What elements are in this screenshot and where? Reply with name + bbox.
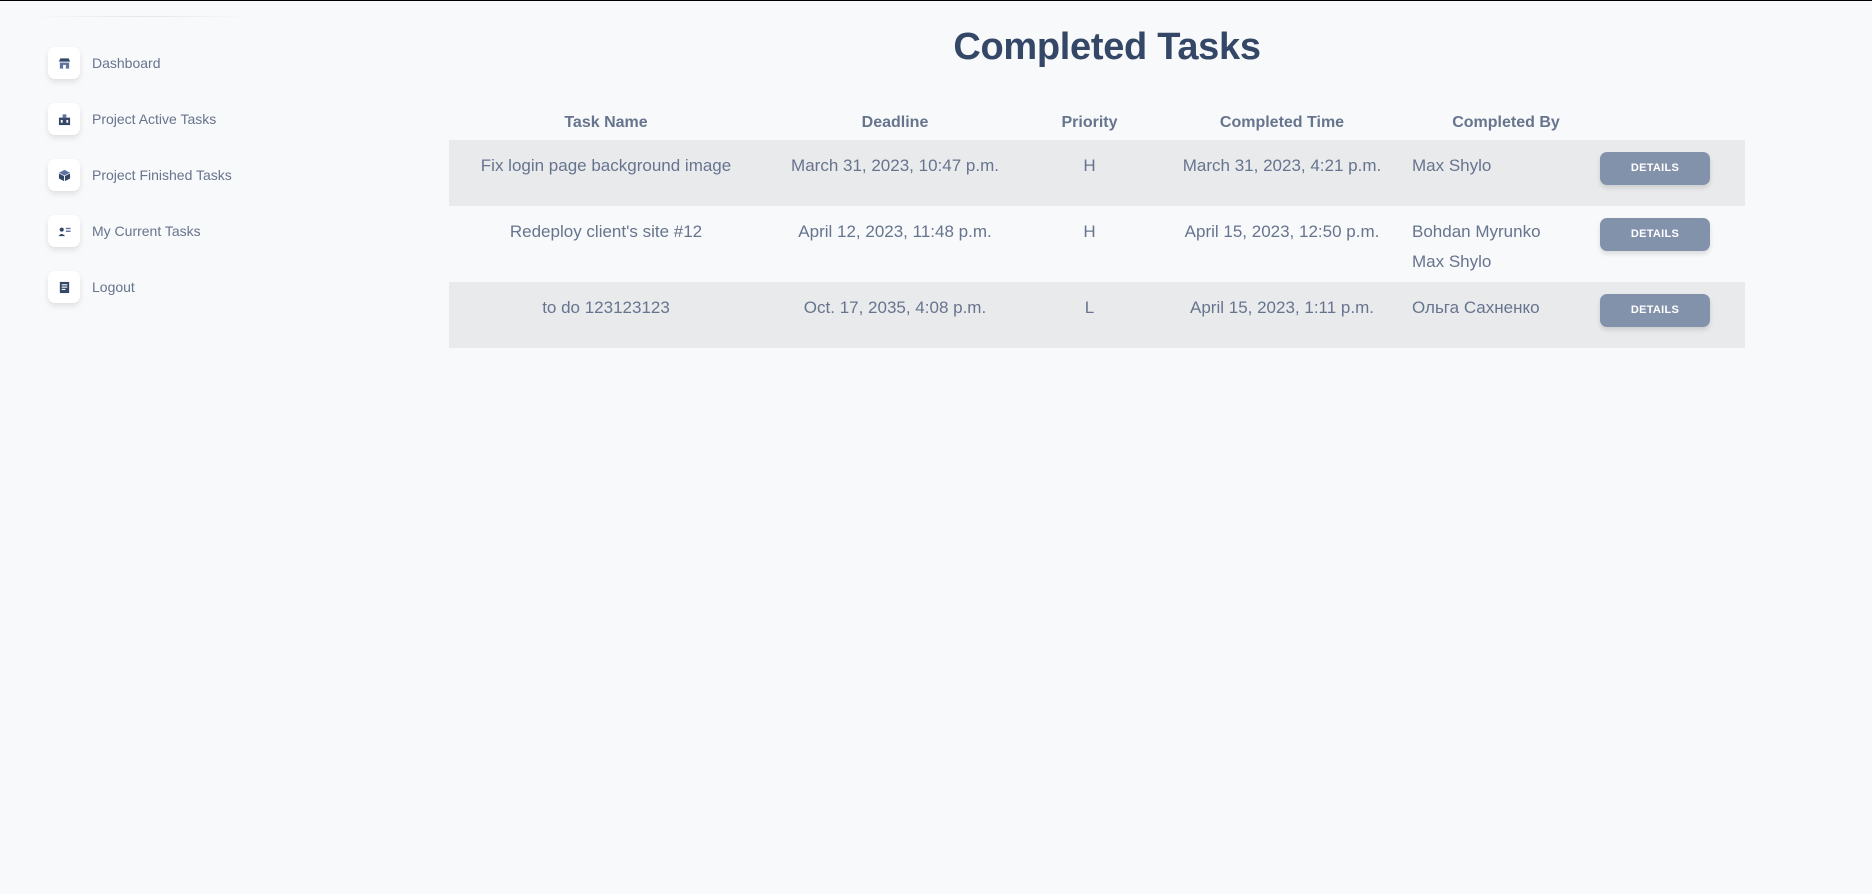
- priority-cell: L: [1027, 282, 1152, 348]
- action-cell: DETAILS: [1600, 206, 1745, 282]
- table-header-row: Task Name Deadline Priority Completed Ti…: [449, 105, 1745, 140]
- completed-time-cell: April 15, 2023, 12:50 p.m.: [1184, 222, 1380, 241]
- task-name-cell: Redeploy client's site #12: [509, 222, 703, 241]
- sidebar-item-my-current-tasks[interactable]: My Current Tasks: [48, 215, 232, 247]
- task-name-cell: Fix login page background image: [449, 140, 763, 206]
- completed-by-name: Max Shylo: [1412, 252, 1492, 271]
- completed-by-cell: Max Shylo: [1412, 140, 1600, 206]
- completed-by-cell: Bohdan Myrunko Max Shylo: [1412, 206, 1600, 282]
- box-icon: [48, 159, 80, 191]
- deadline-cell: April 12, 2023, 11:48 p.m.: [798, 222, 992, 241]
- main-content: Completed Tasks Task Name Deadline Prior…: [449, 0, 1745, 348]
- column-header-completed-time: Completed Time: [1219, 113, 1345, 131]
- column-header-deadline: Deadline: [861, 113, 929, 131]
- completed-by-name: Bohdan Myrunko: [1412, 222, 1541, 241]
- deadline-cell: March 31, 2023, 10:47 p.m.: [763, 140, 1027, 206]
- document-icon: [48, 271, 80, 303]
- user-tasks-icon: [48, 215, 80, 247]
- sidebar-item-label: My Current Tasks: [92, 223, 201, 239]
- details-button[interactable]: DETAILS: [1600, 294, 1710, 327]
- column-header-action: [1600, 105, 1745, 140]
- task-name-cell: to do 123123123: [449, 282, 763, 348]
- priority-cell: H: [1027, 140, 1152, 206]
- action-cell: DETAILS: [1600, 282, 1745, 348]
- sidebar-item-dashboard[interactable]: Dashboard: [48, 47, 232, 79]
- column-header-completed-by: Completed By: [1452, 113, 1560, 131]
- sidebar-item-label: Project Finished Tasks: [92, 167, 232, 183]
- shop-icon: [48, 47, 80, 79]
- sidebar-item-label: Logout: [92, 279, 135, 295]
- sidebar-item-label: Dashboard: [92, 55, 161, 71]
- office-icon: [48, 103, 80, 135]
- sidebar-nav: Dashboard Project Active Tasks Project F…: [48, 47, 232, 327]
- sidebar-item-project-finished-tasks[interactable]: Project Finished Tasks: [48, 159, 232, 191]
- priority-cell: H: [1083, 222, 1096, 241]
- completed-by-cell: Ольга Сахненко: [1412, 282, 1600, 348]
- deadline-cell: Oct. 17, 2035, 4:08 p.m.: [763, 282, 1027, 348]
- table-row: Fix login page background image March 31…: [449, 140, 1745, 206]
- page-title: Completed Tasks: [953, 26, 1261, 68]
- sidebar-item-logout[interactable]: Logout: [48, 271, 232, 303]
- sidebar-item-project-active-tasks[interactable]: Project Active Tasks: [48, 103, 232, 135]
- completed-by-name: Ольга Сахненко: [1412, 298, 1540, 317]
- completed-time-cell: April 15, 2023, 1:11 p.m.: [1152, 282, 1412, 348]
- details-button[interactable]: DETAILS: [1600, 152, 1710, 185]
- column-header-priority: Priority: [1061, 113, 1118, 131]
- column-header-task-name: Task Name: [564, 113, 648, 131]
- sidebar: Dashboard Project Active Tasks Project F…: [0, 0, 260, 894]
- completed-time-cell: March 31, 2023, 4:21 p.m.: [1152, 140, 1412, 206]
- completed-by-name: Max Shylo: [1412, 156, 1492, 175]
- action-cell: DETAILS: [1600, 140, 1745, 206]
- table-row: Redeploy client's site #12 April 12, 202…: [449, 206, 1745, 282]
- table-row: to do 123123123 Oct. 17, 2035, 4:08 p.m.…: [449, 282, 1745, 348]
- details-button[interactable]: DETAILS: [1600, 218, 1710, 251]
- completed-tasks-table: Task Name Deadline Priority Completed Ti…: [449, 105, 1745, 348]
- sidebar-item-label: Project Active Tasks: [92, 111, 217, 127]
- sidebar-divider: [32, 16, 252, 17]
